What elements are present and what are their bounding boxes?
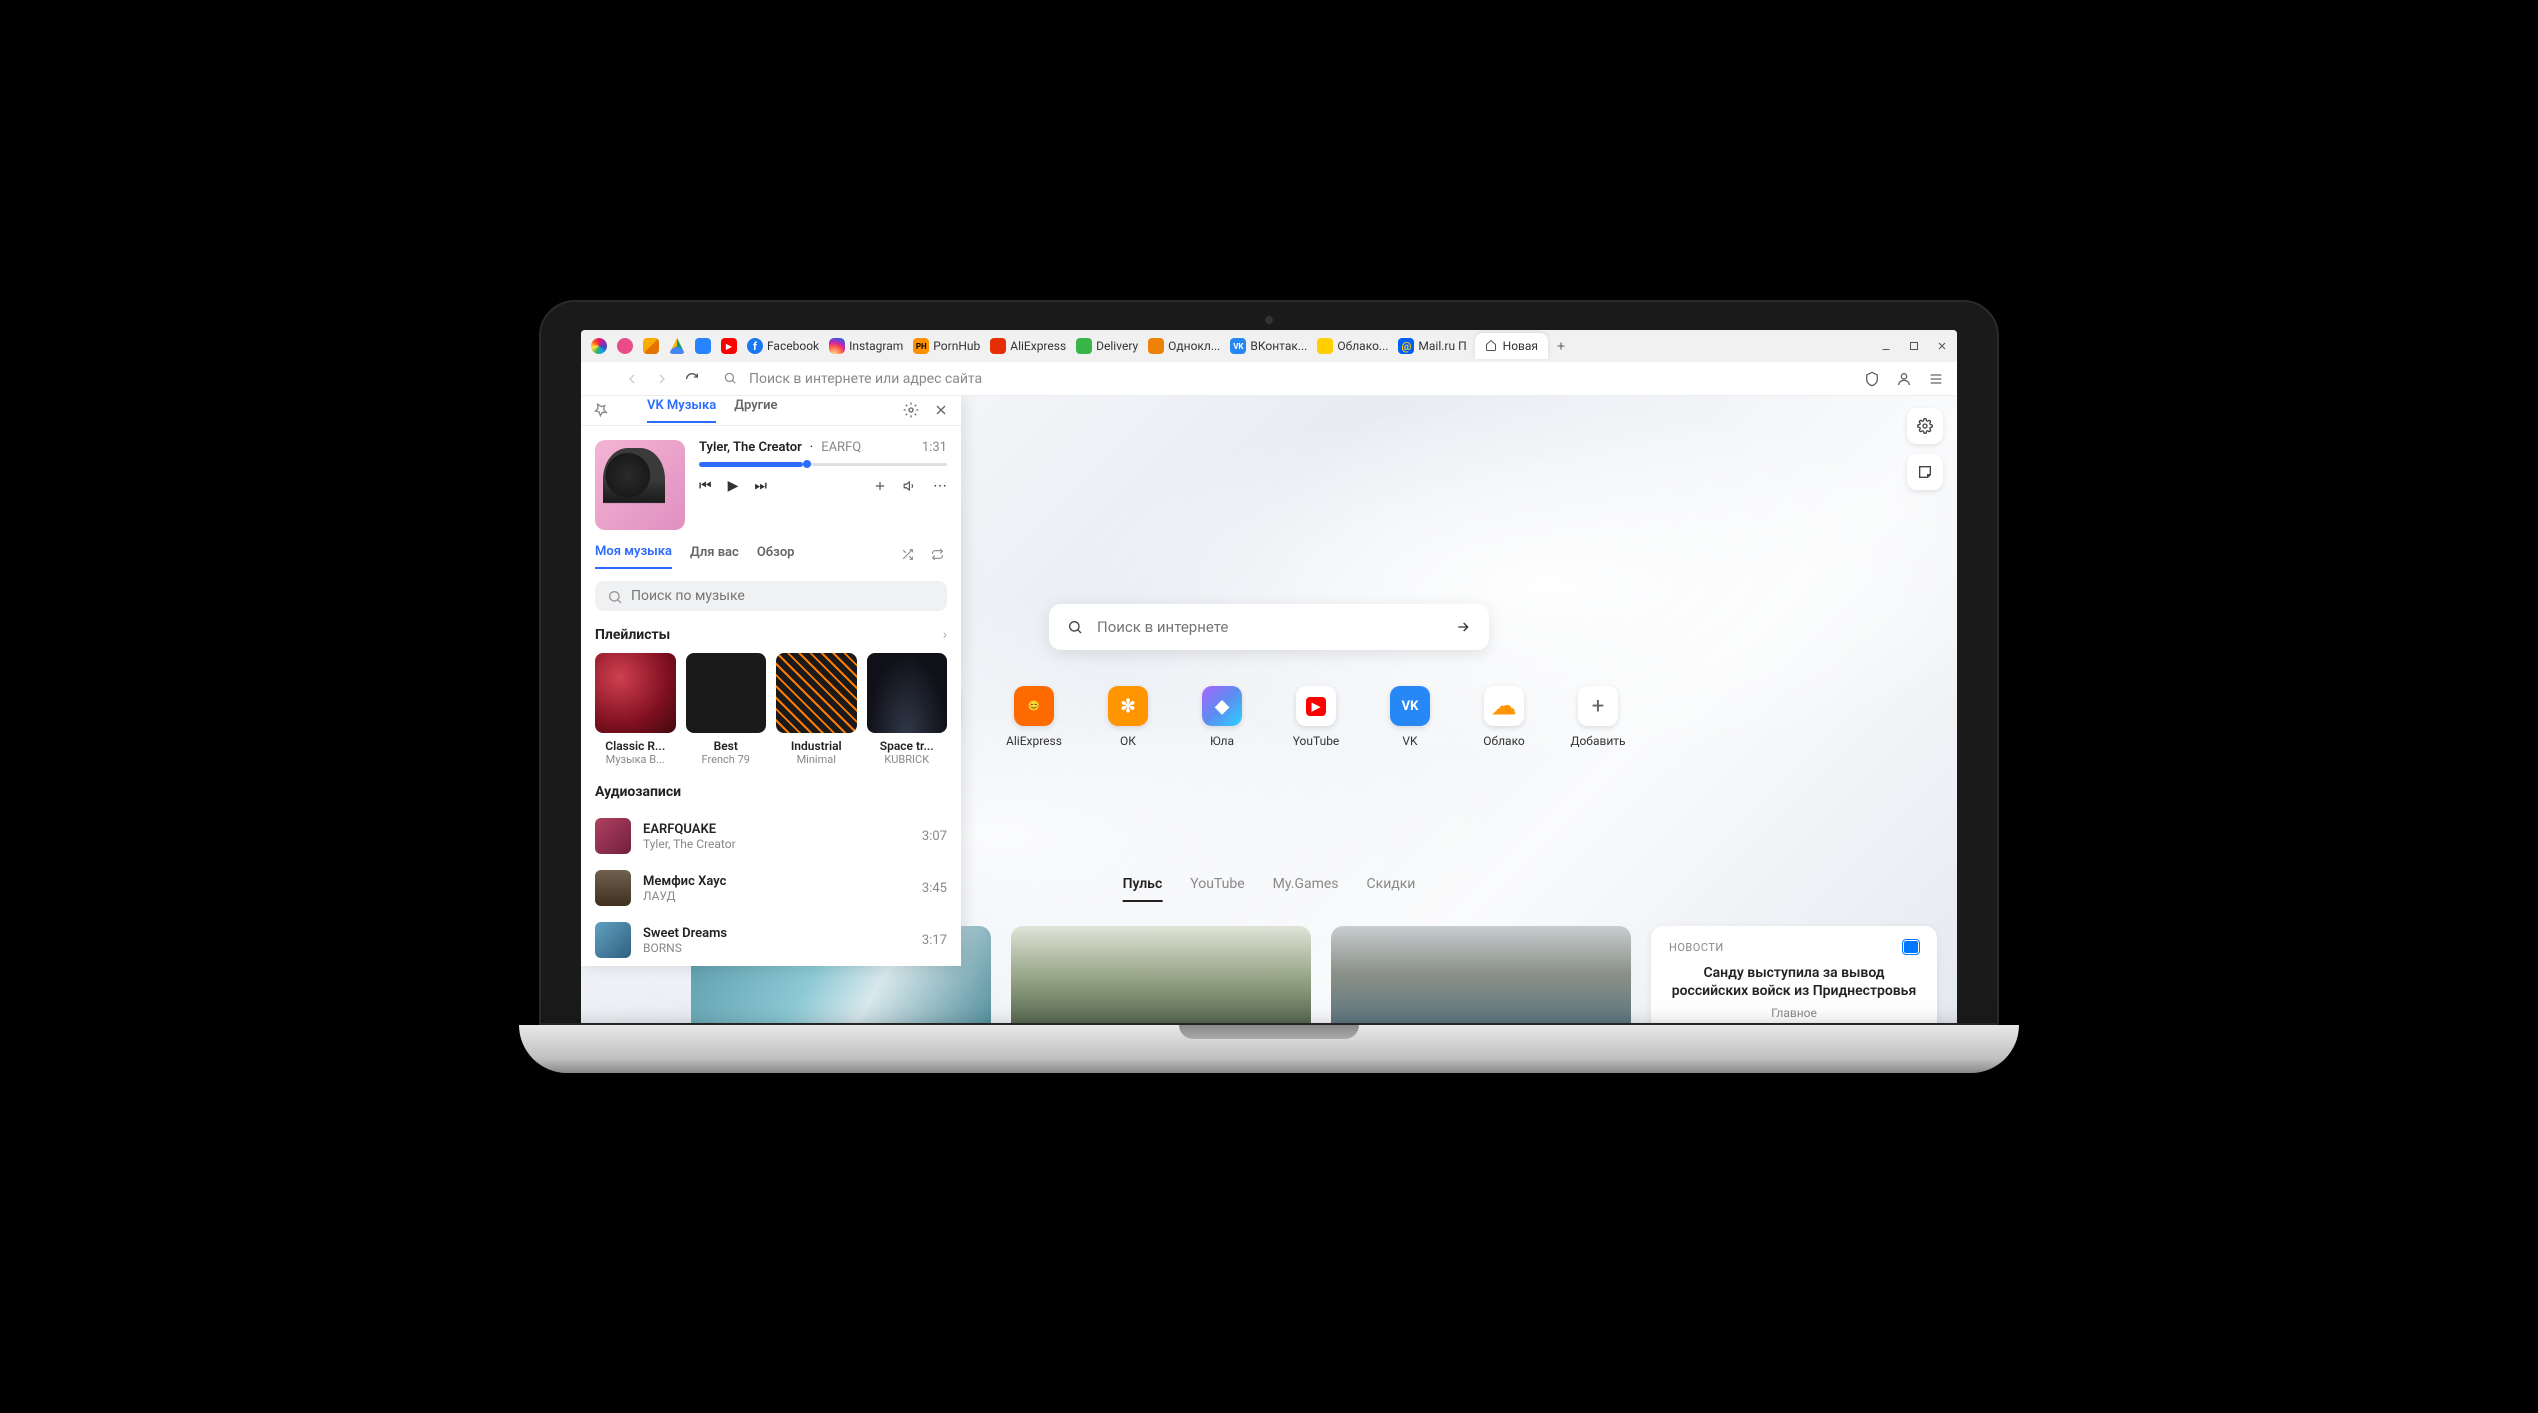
feedtab-mygames[interactable]: My.Games [1273, 876, 1339, 902]
feedtab-youtube[interactable]: YouTube [1190, 876, 1244, 902]
new-tab-button[interactable] [1554, 339, 1568, 353]
feedtab-discounts[interactable]: Скидки [1367, 876, 1416, 902]
sd-add[interactable]: +Добавить [1570, 686, 1626, 748]
nav-back[interactable] [623, 370, 641, 388]
apps-button[interactable] [593, 370, 611, 388]
note-icon [1917, 464, 1933, 480]
tab-new-active[interactable]: Новая [1475, 333, 1548, 359]
subtab-for-you[interactable]: Для вас [690, 545, 739, 568]
address-bar[interactable]: Поиск в интернете или адрес сайта [713, 371, 1851, 387]
tab-vkontakte[interactable]: VKВКонтак... [1228, 338, 1309, 354]
new-tab-page: ♪TikTok 😊AliExpress ✻ОК ◆Юла ▶YouTube VK… [581, 396, 1957, 1023]
pinned-tab-jira[interactable] [693, 338, 713, 354]
pinned-tab-atom[interactable] [589, 338, 609, 354]
sd-youla[interactable]: ◆Юла [1194, 686, 1250, 748]
pinned-tab-dribbble[interactable] [615, 338, 635, 354]
music-close-icon[interactable] [933, 402, 949, 418]
news-badge-icon [1903, 940, 1919, 954]
now-artist: Tyler, The Creator [699, 440, 802, 455]
nav-reload[interactable] [683, 370, 701, 388]
playlist-3[interactable]: IndustrialMinimal [776, 653, 857, 767]
track-2[interactable]: Мемфис ХаусЛАУД3:45 [595, 862, 947, 914]
music-panel: VK Музыка Другие Tyler, The Creator [581, 396, 961, 966]
prev-track-icon[interactable]: ⏮ [699, 478, 712, 494]
sd-youtube[interactable]: ▶YouTube [1288, 686, 1344, 748]
window-close[interactable] [1935, 339, 1949, 353]
feed-card-2[interactable] [1011, 926, 1311, 1023]
now-duration: 1:31 [922, 440, 947, 455]
window-maximize[interactable] [1907, 339, 1921, 353]
more-icon[interactable]: ⋯ [933, 478, 947, 494]
music-search-input[interactable] [631, 588, 935, 604]
search-submit[interactable] [1455, 619, 1471, 635]
music-tab-other[interactable]: Другие [734, 398, 777, 423]
tab-strip: ▶ fFacebook Instagram PHPornHub AliExpre… [581, 330, 1957, 362]
add-track-icon[interactable] [873, 479, 887, 493]
search-icon [607, 589, 621, 603]
center-search[interactable] [1049, 604, 1489, 650]
browser-toolbar: Поиск в интернете или адрес сайта [581, 362, 1957, 396]
feedtab-pulse[interactable]: Пульс [1123, 876, 1163, 902]
music-tab-vk[interactable]: VK Музыка [647, 398, 716, 423]
sd-ok[interactable]: ✻ОК [1100, 686, 1156, 748]
menu-icon[interactable] [1927, 370, 1945, 388]
pinned-tab-drive[interactable] [667, 338, 687, 354]
news-section-label: НОВОСТИ [1669, 941, 1724, 954]
shuffle-icon[interactable] [901, 548, 917, 564]
news-headline: Санду выступила за вывод российских войс… [1669, 964, 1919, 1000]
playlists-header: Плейлисты [595, 627, 670, 643]
subtab-my-music[interactable]: Моя музыка [595, 544, 672, 569]
pinned-tab-youtube[interactable]: ▶ [719, 338, 739, 354]
home-icon [1485, 339, 1499, 353]
next-track-icon[interactable]: ⏭ [754, 478, 767, 494]
pin-icon[interactable] [593, 402, 609, 418]
feed-tabs: Пульс YouTube My.Games Скидки [1123, 876, 1416, 902]
playlist-4[interactable]: Space tr...KUBRICK [867, 653, 948, 767]
sd-cloud[interactable]: ☁Облако [1476, 686, 1532, 748]
gear-icon [1917, 418, 1933, 434]
tab-cloud[interactable]: Облако... [1315, 338, 1390, 354]
account-icon[interactable] [1895, 370, 1913, 388]
music-settings-icon[interactable] [903, 402, 919, 418]
notes-button[interactable] [1907, 454, 1943, 490]
now-playing: Tyler, The Creator · EARFQ 1:31 ⏮ ▶ ⏭ [581, 426, 961, 544]
tab-instagram[interactable]: Instagram [827, 338, 905, 354]
pinned-tab-analytics[interactable] [641, 338, 661, 354]
tab-facebook[interactable]: fFacebook [745, 338, 821, 354]
playlist-2[interactable]: BestFrench 79 [686, 653, 767, 767]
news-category: Главное [1669, 1006, 1919, 1020]
subtab-browse[interactable]: Обзор [757, 545, 795, 568]
tab-mailru[interactable]: @Mail.ru П [1396, 338, 1468, 354]
sd-vk[interactable]: VKVK [1382, 686, 1438, 748]
play-icon[interactable]: ▶ [728, 478, 739, 494]
news-card[interactable]: НОВОСТИ Санду выступила за вывод российс… [1651, 926, 1937, 1023]
search-icon [1067, 619, 1083, 635]
track-1[interactable]: EARFQUAKETyler, The Creator3:07 [595, 810, 947, 862]
playlist-1[interactable]: Classic R...Музыка В... [595, 653, 676, 767]
music-search[interactable] [595, 581, 947, 611]
audio-header: Аудиозаписи [595, 784, 681, 800]
tab-odnoklassniki[interactable]: Однокл... [1146, 338, 1222, 354]
tab-aliexpress[interactable]: AliExpress [988, 338, 1068, 354]
track-3[interactable]: Sweet DreamsBORNS3:17 [595, 914, 947, 966]
volume-icon[interactable] [903, 479, 917, 493]
shield-icon[interactable] [1863, 370, 1881, 388]
search-icon [723, 371, 739, 387]
nav-forward[interactable] [653, 370, 671, 388]
repeat-icon[interactable] [931, 548, 947, 564]
speed-dial: ♪TikTok 😊AliExpress ✻ОК ◆Юла ▶YouTube VK… [912, 686, 1626, 748]
settings-button[interactable] [1907, 408, 1943, 444]
playlists-more[interactable]: › [943, 627, 947, 643]
tab-delivery[interactable]: Delivery [1074, 338, 1140, 354]
now-track: EARFQ [821, 440, 861, 455]
tab-pornhub[interactable]: PHPornHub [911, 338, 982, 354]
address-placeholder: Поиск в интернете или адрес сайта [749, 371, 982, 387]
sd-aliexpress[interactable]: 😊AliExpress [1006, 686, 1062, 748]
center-search-input[interactable] [1097, 618, 1441, 636]
feed-card-3[interactable] [1331, 926, 1631, 1023]
album-cover[interactable] [595, 440, 685, 530]
window-minimize[interactable] [1879, 339, 1893, 353]
progress-bar[interactable] [699, 463, 947, 466]
